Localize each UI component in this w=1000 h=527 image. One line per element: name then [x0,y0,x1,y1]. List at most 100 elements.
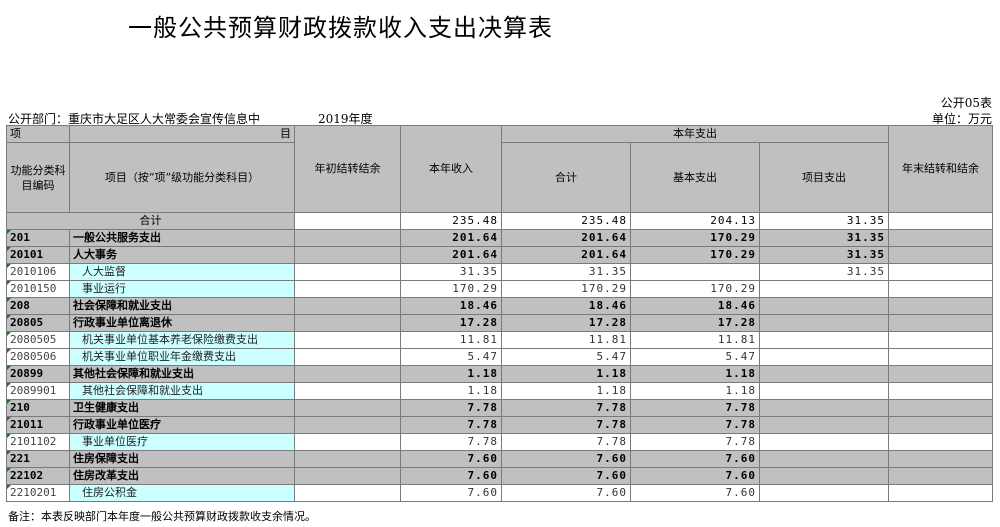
row-income: 201.64 [400,229,502,247]
header-name: 项目（按“项”级功能分类科目） [69,142,295,213]
header-total: 合计 [501,142,631,213]
row-project [759,297,889,315]
row-code: 2089901 [6,382,70,400]
row-code: 208 [6,297,70,315]
row-project: 31.35 [759,263,889,281]
table-body: 201 一般公共服务支出 201.64 201.64 170.29 31.35 20101 人… [6,229,993,502]
table-row: 221 住房保障支出 7.60 7.60 7.60 [6,450,993,468]
row-code: 20101 [6,246,70,264]
row-end-balance [888,263,993,281]
row-name: 社会保障和就业支出 [69,297,295,315]
row-end-balance [888,382,993,400]
row-basic: 7.78 [630,399,760,417]
summary-row: 合计 235.48 235.48 204.13 31.35 [6,212,993,230]
row-begin-balance [294,399,401,417]
row-code: 221 [6,450,70,468]
header-income: 本年收入 [400,125,502,213]
row-end-balance [888,450,993,468]
row-code: 201 [6,229,70,247]
row-income: 7.60 [400,450,502,468]
row-end-balance [888,314,993,332]
row-name: 住房改革支出 [69,467,295,485]
row-code: 20899 [6,365,70,383]
summary-total: 235.48 [501,212,631,230]
row-income: 1.18 [400,365,502,383]
row-income: 7.78 [400,433,502,451]
summary-basic: 204.13 [630,212,760,230]
row-total: 7.60 [501,450,631,468]
row-basic: 1.18 [630,382,760,400]
row-basic: 1.18 [630,365,760,383]
row-end-balance [888,246,993,264]
row-name: 人大监督 [69,263,295,281]
row-name: 机关事业单位职业年金缴费支出 [69,348,295,366]
row-total: 1.18 [501,365,631,383]
row-income: 31.35 [400,263,502,281]
row-end-balance [888,331,993,349]
row-project [759,382,889,400]
row-total: 201.64 [501,229,631,247]
row-begin-balance [294,229,401,247]
row-total: 201.64 [501,246,631,264]
row-code: 2101102 [6,433,70,451]
row-begin-balance [294,365,401,383]
row-name: 住房保障支出 [69,450,295,468]
row-end-balance [888,229,993,247]
row-basic: 7.60 [630,467,760,485]
row-income: 11.81 [400,331,502,349]
row-basic: 170.29 [630,246,760,264]
row-total: 31.35 [501,263,631,281]
row-income: 17.28 [400,314,502,332]
row-income: 201.64 [400,246,502,264]
row-income: 18.46 [400,297,502,315]
row-project: 31.35 [759,229,889,247]
report-title: 一般公共预算财政拨款收入支出决算表 [128,14,553,42]
row-income: 7.78 [400,399,502,417]
row-begin-balance [294,450,401,468]
row-begin-balance [294,280,401,298]
row-total: 7.60 [501,467,631,485]
row-total: 7.78 [501,433,631,451]
row-begin-balance [294,467,401,485]
table-row: 2010106 人大监督 31.35 31.35 31.35 [6,263,993,281]
row-begin-balance [294,416,401,434]
summary-project: 31.35 [759,212,889,230]
row-code: 2010106 [6,263,70,281]
row-end-balance [888,433,993,451]
row-end-balance [888,399,993,417]
row-code: 2210201 [6,484,70,502]
row-project [759,365,889,383]
row-name: 人大事务 [69,246,295,264]
row-end-balance [888,365,993,383]
row-begin-balance [294,348,401,366]
row-total: 18.46 [501,297,631,315]
row-project [759,484,889,502]
row-begin-balance [294,331,401,349]
table-row: 208 社会保障和就业支出 18.46 18.46 18.46 [6,297,993,315]
row-begin-balance [294,382,401,400]
row-end-balance [888,416,993,434]
row-code: 22102 [6,467,70,485]
row-begin-balance [294,484,401,502]
row-project [759,416,889,434]
table-row: 2210201 住房公积金 7.60 7.60 7.60 [6,484,993,502]
row-end-balance [888,467,993,485]
row-total: 5.47 [501,348,631,366]
row-basic: 18.46 [630,297,760,315]
row-name: 住房公积金 [69,484,295,502]
footnote: 备注：本表反映部门本年度一般公共预算财政拨款收支余情况。 [8,510,316,523]
header-item-end: 目 [69,125,295,143]
row-end-balance [888,280,993,298]
row-name: 其他社会保障和就业支出 [69,382,295,400]
table-row: 21011 行政事业单位医疗 7.78 7.78 7.78 [6,416,993,434]
row-project [759,450,889,468]
table-row: 2089901 其他社会保障和就业支出 1.18 1.18 1.18 [6,382,993,400]
row-name: 行政事业单位离退休 [69,314,295,332]
table-row: 2080505 机关事业单位基本养老保险缴费支出 11.81 11.81 11.81 [6,331,993,349]
row-name: 事业单位医疗 [69,433,295,451]
form-number: 公开05表 [940,96,992,110]
row-begin-balance [294,263,401,281]
row-basic [630,263,760,281]
row-basic: 17.28 [630,314,760,332]
table-row: 2010150 事业运行 170.29 170.29 170.29 [6,280,993,298]
